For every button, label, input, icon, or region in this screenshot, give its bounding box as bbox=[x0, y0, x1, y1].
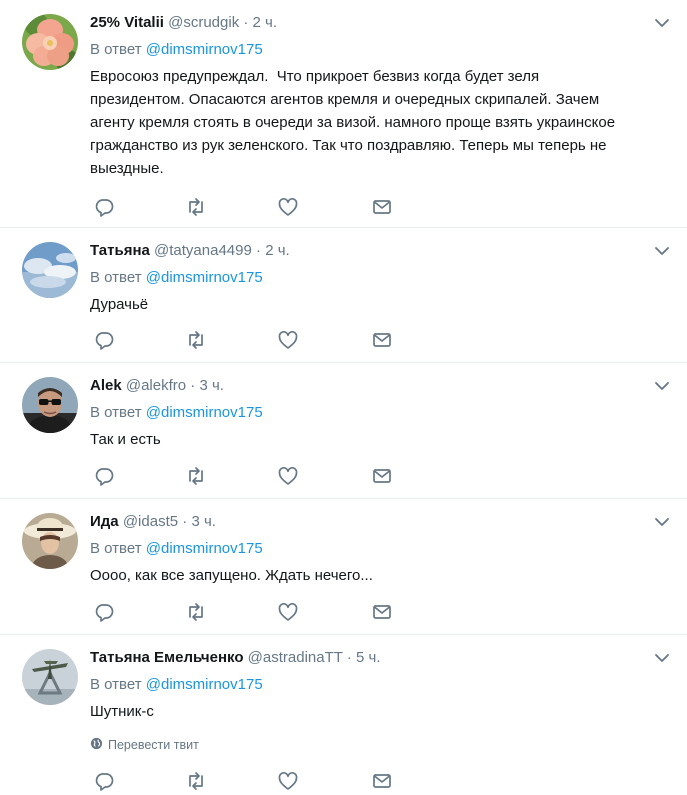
author-handle[interactable]: @idast5 bbox=[123, 513, 178, 530]
tweet-text: Так и есть bbox=[90, 431, 161, 448]
timestamp[interactable]: 5 ч. bbox=[356, 649, 381, 666]
tweet-text: Оооо, как все запущено. Ждать нечего... bbox=[90, 567, 373, 584]
tweet-text: Евросоюз предупреждал. Что прикроет безв… bbox=[90, 68, 616, 177]
tweet-actions bbox=[90, 601, 647, 623]
separator-dot: · bbox=[190, 377, 196, 394]
author-handle[interactable]: @tatyana4499 bbox=[154, 242, 252, 259]
translate-tweet-link[interactable]: Перевести твит bbox=[90, 737, 647, 753]
chevron-down-icon[interactable] bbox=[651, 647, 673, 669]
tweet-text: Шутник-с bbox=[90, 703, 154, 720]
reply-context: В ответ @dimsmirnov175 bbox=[90, 403, 647, 423]
timestamp[interactable]: 3 ч. bbox=[191, 513, 216, 530]
tweet-header: Ида @idast5 · 3 ч. bbox=[90, 512, 647, 532]
separator-dot: · bbox=[346, 649, 352, 666]
tweet-actions bbox=[90, 770, 647, 792]
author-handle[interactable]: @alekfro bbox=[126, 377, 186, 394]
tweet-header: Татьяна @tatyana4499 · 2 ч. bbox=[90, 241, 647, 261]
author-handle[interactable]: @scrudgik bbox=[168, 14, 239, 31]
chevron-down-icon[interactable] bbox=[651, 12, 673, 34]
translate-label: Перевести твит bbox=[108, 738, 199, 752]
chevron-down-icon[interactable] bbox=[651, 240, 673, 262]
reply-context: В ответ @dimsmirnov175 bbox=[90, 675, 647, 695]
separator-dot: · bbox=[256, 242, 262, 259]
retweet-icon[interactable] bbox=[185, 329, 207, 351]
author-name[interactable]: Татьяна bbox=[90, 242, 150, 259]
retweet-icon[interactable] bbox=[185, 196, 207, 218]
reply-prefix: В ответ bbox=[90, 540, 142, 557]
retweet-icon[interactable] bbox=[185, 601, 207, 623]
reply-icon[interactable] bbox=[93, 770, 115, 792]
reply-mention-link[interactable]: @dimsmirnov175 bbox=[146, 676, 263, 693]
tweet[interactable]: Татьяна @tatyana4499 · 2 ч. В ответ @dim… bbox=[0, 228, 687, 363]
tweet-actions bbox=[90, 329, 647, 351]
avatar[interactable] bbox=[22, 14, 78, 70]
reply-icon[interactable] bbox=[93, 329, 115, 351]
separator-dot: · bbox=[243, 14, 249, 31]
tweet-header: 25% Vitalii @scrudgik · 2 ч. bbox=[90, 13, 647, 33]
tweet-header: Татьяна Емельченко @astradinaTT · 5 ч. bbox=[90, 648, 647, 668]
reply-prefix: В ответ bbox=[90, 41, 142, 58]
envelope-icon[interactable] bbox=[371, 601, 393, 623]
reply-context: В ответ @dimsmirnov175 bbox=[90, 268, 647, 288]
heart-icon[interactable] bbox=[277, 601, 299, 623]
heart-icon[interactable] bbox=[277, 465, 299, 487]
avatar[interactable] bbox=[22, 649, 78, 705]
tweet-actions bbox=[90, 196, 647, 218]
envelope-icon[interactable] bbox=[371, 196, 393, 218]
retweet-icon[interactable] bbox=[185, 770, 207, 792]
reply-icon[interactable] bbox=[93, 465, 115, 487]
separator-dot: · bbox=[182, 513, 188, 530]
tweet-text: Дурачьё bbox=[90, 296, 149, 313]
timestamp[interactable]: 2 ч. bbox=[265, 242, 290, 259]
author-name[interactable]: Alek bbox=[90, 377, 122, 394]
chevron-down-icon[interactable] bbox=[651, 511, 673, 533]
reply-prefix: В ответ bbox=[90, 404, 142, 421]
reply-mention-link[interactable]: @dimsmirnov175 bbox=[146, 404, 263, 421]
author-name[interactable]: 25% Vitalii bbox=[90, 14, 164, 31]
envelope-icon[interactable] bbox=[371, 465, 393, 487]
author-name[interactable]: Татьяна Емельченко bbox=[90, 649, 243, 666]
heart-icon[interactable] bbox=[277, 770, 299, 792]
author-handle[interactable]: @astradinaTT bbox=[248, 649, 343, 666]
reply-mention-link[interactable]: @dimsmirnov175 bbox=[146, 269, 263, 286]
envelope-icon[interactable] bbox=[371, 770, 393, 792]
tweet-actions bbox=[90, 465, 647, 487]
envelope-icon[interactable] bbox=[371, 329, 393, 351]
reply-mention-link[interactable]: @dimsmirnov175 bbox=[146, 540, 263, 557]
heart-icon[interactable] bbox=[277, 196, 299, 218]
retweet-icon[interactable] bbox=[185, 465, 207, 487]
reply-feed: 25% Vitalii @scrudgik · 2 ч. В ответ @di… bbox=[0, 0, 687, 795]
chevron-down-icon[interactable] bbox=[651, 375, 673, 397]
reply-prefix: В ответ bbox=[90, 676, 142, 693]
avatar[interactable] bbox=[22, 377, 78, 433]
reply-context: В ответ @dimsmirnov175 bbox=[90, 40, 647, 60]
tweet[interactable]: Татьяна Емельченко @astradinaTT · 5 ч. В… bbox=[0, 635, 687, 795]
avatar[interactable] bbox=[22, 242, 78, 298]
avatar[interactable] bbox=[22, 513, 78, 569]
tweet[interactable]: Ида @idast5 · 3 ч. В ответ @dimsmirnov17… bbox=[0, 499, 687, 635]
timestamp[interactable]: 2 ч. bbox=[253, 14, 278, 31]
tweet-header: Alek @alekfro · 3 ч. bbox=[90, 376, 647, 396]
reply-mention-link[interactable]: @dimsmirnov175 bbox=[146, 41, 263, 58]
author-name[interactable]: Ида bbox=[90, 513, 119, 530]
reply-icon[interactable] bbox=[93, 196, 115, 218]
globe-icon bbox=[90, 737, 103, 753]
tweet[interactable]: 25% Vitalii @scrudgik · 2 ч. В ответ @di… bbox=[0, 0, 687, 228]
reply-prefix: В ответ bbox=[90, 269, 142, 286]
reply-context: В ответ @dimsmirnov175 bbox=[90, 539, 647, 559]
reply-icon[interactable] bbox=[93, 601, 115, 623]
timestamp[interactable]: 3 ч. bbox=[199, 377, 224, 394]
tweet[interactable]: Alek @alekfro · 3 ч. В ответ @dimsmirnov… bbox=[0, 363, 687, 499]
heart-icon[interactable] bbox=[277, 329, 299, 351]
